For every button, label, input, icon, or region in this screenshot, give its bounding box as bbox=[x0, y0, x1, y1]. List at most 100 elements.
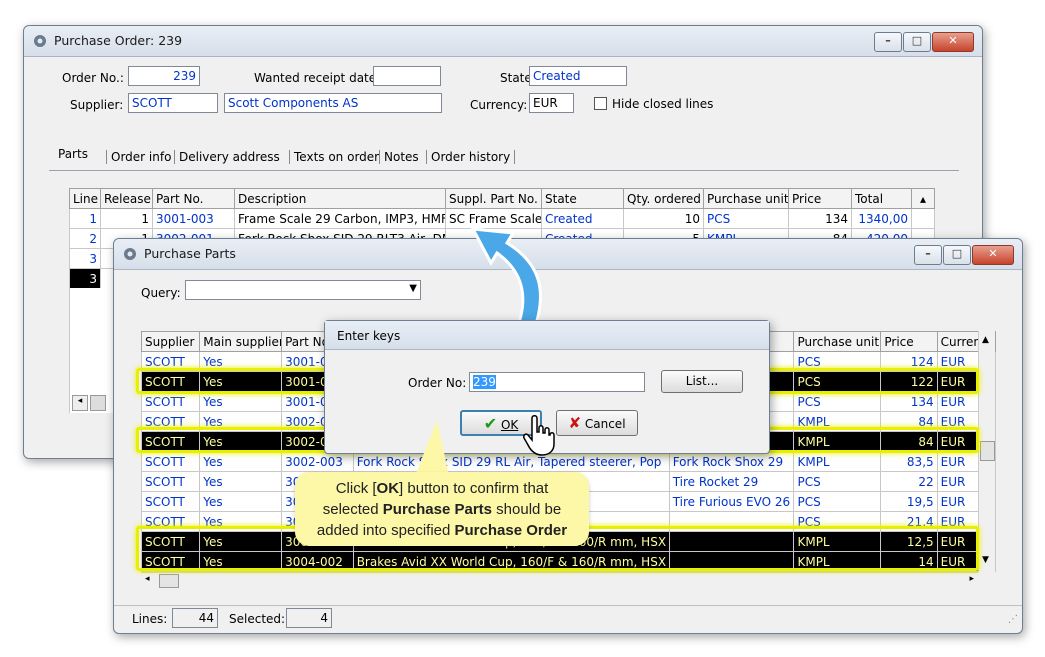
wanted-receipt-field[interactable] bbox=[373, 66, 441, 86]
cell-main: Yes bbox=[199, 391, 283, 412]
tab-parts[interactable]: Parts bbox=[58, 147, 88, 161]
list-button[interactable]: List... bbox=[661, 370, 743, 393]
cell-unit: PCS bbox=[793, 491, 882, 512]
scroll-thumb[interactable] bbox=[980, 441, 995, 461]
minimize-button[interactable]: – bbox=[874, 32, 902, 52]
table-row-selected[interactable]: SCOTT Yes 3004-002 Brakes Avid XX World Cup… bbox=[140, 551, 997, 572]
cell-supplier: SCOTT bbox=[140, 531, 201, 552]
minimize-icon: – bbox=[885, 34, 891, 47]
lines-label: Lines: bbox=[132, 612, 168, 626]
po-hscroll-left[interactable]: ◂ bbox=[72, 395, 88, 411]
cell-price: 83,5 bbox=[880, 451, 938, 472]
maximize-icon: □ bbox=[951, 247, 963, 260]
scroll-track[interactable] bbox=[911, 208, 935, 229]
scroll-up-arrow[interactable]: ▲ bbox=[982, 335, 989, 345]
col-purchase-unit[interactable]: Purchase unit bbox=[703, 188, 789, 209]
scroll-left-arrow[interactable]: ◂ bbox=[145, 574, 150, 584]
col-price[interactable]: Price bbox=[880, 331, 938, 352]
cell-suppl bbox=[668, 511, 795, 532]
col-state[interactable]: State bbox=[541, 188, 624, 209]
instruction-callout: Click [OK] button to confirm that select… bbox=[295, 472, 589, 546]
cell-main: Yes bbox=[199, 371, 283, 392]
maximize-button[interactable]: □ bbox=[943, 245, 971, 265]
cell-release: 1 bbox=[100, 208, 153, 229]
supplier-label: Supplier: bbox=[70, 98, 124, 112]
cell-price: 84 bbox=[880, 431, 938, 452]
cell-unit: PCS bbox=[703, 208, 789, 229]
dialog-titlebar[interactable]: Enter keys bbox=[325, 321, 769, 350]
scroll-right-arrow[interactable]: ▸ bbox=[969, 574, 974, 584]
col-description[interactable]: Description bbox=[234, 188, 446, 209]
selected-label: Selected: bbox=[229, 612, 286, 626]
tab-notes[interactable]: Notes bbox=[379, 150, 419, 164]
cell-suppl: Tire Rocket 29 bbox=[668, 471, 795, 492]
cell-supplier: SCOTT bbox=[140, 391, 201, 412]
cell-part: 3001-003 bbox=[152, 208, 235, 229]
tab-delivery-address[interactable]: Delivery address bbox=[174, 150, 280, 164]
cell-main: Yes bbox=[199, 411, 283, 432]
pp-hscroll[interactable]: ◂ ▸ bbox=[141, 572, 978, 589]
close-button[interactable]: ✕ bbox=[972, 245, 1014, 265]
cell-supplier: SCOTT bbox=[140, 551, 201, 572]
col-purchase-unit[interactable]: Purchase unit bbox=[793, 331, 882, 352]
pp-titlebar[interactable]: Purchase Parts – □ ✕ bbox=[114, 239, 1022, 270]
currency-field[interactable]: EUR bbox=[529, 93, 574, 113]
cancel-button[interactable]: ✘ Cancel bbox=[556, 410, 638, 436]
scroll-thumb[interactable] bbox=[159, 574, 179, 588]
currency-label: Currency: bbox=[470, 98, 528, 112]
status-bar: Lines: 44 Selected: 4 ⋰ bbox=[114, 605, 1022, 632]
cell-suppl bbox=[668, 551, 795, 572]
close-button[interactable]: ✕ bbox=[932, 32, 974, 52]
po-titlebar[interactable]: Purchase Order: 239 – □ ✕ bbox=[24, 26, 982, 57]
query-select[interactable]: ▼ bbox=[185, 280, 421, 300]
minimize-button[interactable]: – bbox=[914, 245, 942, 265]
col-price[interactable]: Price bbox=[788, 188, 852, 209]
col-supplier[interactable]: Supplier bbox=[140, 331, 201, 352]
cell-main: Yes bbox=[199, 531, 283, 552]
cell-price: 22 bbox=[880, 471, 938, 492]
col-release[interactable]: Release bbox=[100, 188, 153, 209]
scroll-up-arrow[interactable]: ▴ bbox=[911, 188, 935, 209]
cell-main: Yes bbox=[199, 431, 283, 452]
resize-grip-icon[interactable]: ⋰ bbox=[1008, 614, 1018, 625]
cell-supplier: SCOTT bbox=[140, 351, 201, 372]
cell-total: 1340,00 bbox=[851, 208, 912, 229]
cell-line: 3 bbox=[69, 248, 101, 269]
cell-supplier: SCOTT bbox=[140, 431, 201, 452]
supplier-name-field: Scott Components AS bbox=[224, 93, 442, 113]
wanted-receipt-label: Wanted receipt date: bbox=[254, 71, 381, 85]
tab-texts-on-order[interactable]: Texts on order bbox=[289, 150, 379, 164]
po-hscroll-thumb[interactable] bbox=[90, 395, 106, 411]
check-icon: ✔ bbox=[483, 414, 498, 433]
col-line[interactable]: Line bbox=[69, 188, 101, 209]
query-label: Query: bbox=[141, 286, 181, 300]
dialog-order-no-input[interactable]: 239 bbox=[469, 372, 645, 392]
col-total[interactable]: Total bbox=[851, 188, 912, 209]
pp-vscroll[interactable]: ▲ ▼ bbox=[978, 331, 995, 572]
cell-price: 134 bbox=[788, 208, 852, 229]
tab-order-history[interactable]: Order history bbox=[426, 150, 516, 164]
cell-main: Yes bbox=[199, 351, 283, 372]
maximize-button[interactable]: □ bbox=[903, 32, 931, 52]
scroll-down-arrow[interactable]: ▼ bbox=[982, 555, 989, 565]
cell-unit: PCS bbox=[793, 511, 882, 532]
table-row[interactable]: SCOTT Yes 3002-003 Fork Rock Shox SID 29 RL… bbox=[140, 451, 997, 472]
cell-main: Yes bbox=[199, 451, 283, 472]
hide-closed-checkbox[interactable] bbox=[594, 97, 607, 110]
app-gear-icon bbox=[124, 248, 136, 260]
tab-order-info[interactable]: Order info bbox=[106, 150, 171, 164]
order-no-field[interactable]: 239 bbox=[128, 66, 200, 86]
col-suppl-part-no[interactable]: Suppl. Part No. bbox=[445, 188, 542, 209]
state-field: Created bbox=[529, 66, 627, 86]
col-main-supplier[interactable]: Main supplier bbox=[199, 331, 283, 352]
col-part-no[interactable]: Part No. bbox=[152, 188, 235, 209]
hand-cursor-icon bbox=[523, 415, 555, 456]
order-no-label: Order No.: bbox=[62, 71, 124, 85]
app-gear-icon bbox=[34, 35, 46, 47]
supplier-code-field[interactable]: SCOTT bbox=[128, 93, 218, 113]
callout-line-1: Click [OK] button to confirm that bbox=[335, 480, 549, 497]
cell-suppl: Fork Rock Shox 29 bbox=[668, 451, 795, 472]
cell-unit: KMPL bbox=[793, 411, 882, 432]
cell-supplier: SCOTT bbox=[140, 451, 201, 472]
col-qty-ordered[interactable]: Qty. ordered bbox=[623, 188, 704, 209]
